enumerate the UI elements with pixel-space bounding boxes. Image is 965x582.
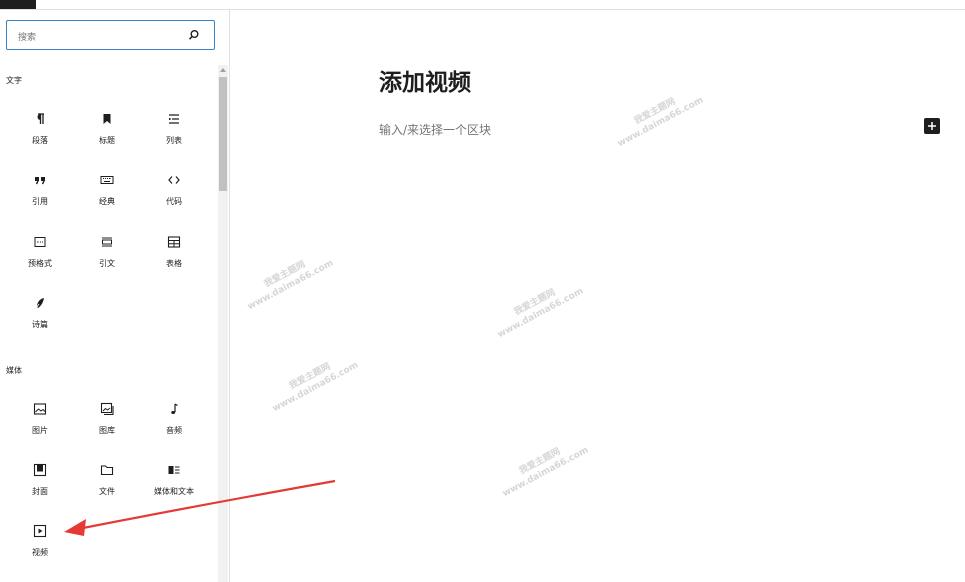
folder-icon — [100, 465, 114, 476]
block-cover[interactable]: 封面 — [10, 463, 70, 513]
plus-icon — [928, 122, 936, 130]
image-icon — [33, 403, 47, 415]
block-gallery[interactable]: 图库 — [77, 402, 137, 452]
block-label: 诗篇 — [32, 320, 48, 329]
block-preformatted[interactable]: 预格式 — [10, 235, 70, 285]
keyboard-icon — [100, 176, 114, 184]
code-icon — [168, 176, 180, 184]
block-audio[interactable]: 音频 — [144, 402, 204, 452]
feather-icon — [35, 298, 44, 309]
block-quote[interactable]: 引用 — [10, 173, 70, 223]
music-note-icon — [171, 403, 178, 414]
block-label: 标题 — [99, 136, 115, 145]
block-media-text[interactable]: 媒体和文本 — [144, 463, 204, 513]
list-icon — [169, 114, 179, 124]
category-text-heading: 文字 — [6, 76, 22, 85]
block-label: 图片 — [32, 426, 48, 435]
block-label: 预格式 — [28, 259, 52, 268]
watermark: 我爱主题网 www.daima66.com — [610, 84, 706, 150]
watermark: 我爱主题网 www.daima66.com — [495, 434, 591, 500]
search-placeholder: 搜索 — [18, 33, 37, 43]
inserter-scrollbar[interactable] — [218, 65, 228, 582]
watermark: 我爱主题网 www.daima66.com — [490, 275, 586, 341]
top-toolbar — [0, 0, 965, 10]
quote-icon — [35, 177, 45, 185]
block-code[interactable]: 代码 — [144, 173, 204, 223]
cover-icon — [33, 463, 47, 477]
preformatted-icon — [34, 237, 46, 247]
gallery-icon — [100, 402, 114, 416]
block-image[interactable]: 图片 — [10, 402, 70, 452]
watermark: 我爱主题网 www.daima66.com — [240, 247, 336, 313]
table-icon — [167, 236, 181, 248]
block-label: 表格 — [166, 259, 182, 268]
block-video[interactable]: 视频 — [10, 524, 70, 574]
add-block-button[interactable] — [924, 118, 940, 134]
toolbar-logo[interactable] — [0, 0, 36, 9]
block-label: 经典 — [99, 197, 115, 206]
block-pullquote[interactable]: 引文 — [77, 235, 137, 285]
scrollbar-thumb[interactable] — [219, 77, 227, 191]
block-label: 媒体和文本 — [154, 487, 194, 496]
block-inserter-panel: 搜索 文字 段落 标题 列表 引用 经典 代码 预格式 引文 表格 诗篇 媒体 … — [0, 10, 230, 582]
block-table[interactable]: 表格 — [144, 235, 204, 285]
block-label: 视频 — [32, 548, 48, 557]
block-label: 段落 — [32, 136, 48, 145]
block-paragraph[interactable]: 段落 — [10, 112, 70, 162]
block-label: 引用 — [32, 197, 48, 206]
block-label: 引文 — [99, 259, 115, 268]
block-file[interactable]: 文件 — [77, 463, 137, 513]
block-verse[interactable]: 诗篇 — [10, 296, 70, 346]
scroll-up-icon[interactable] — [220, 68, 226, 72]
bookmark-icon — [103, 114, 111, 124]
block-search-input[interactable]: 搜索 — [6, 20, 215, 50]
watermark: 我爱主题网 www.daima66.com — [265, 349, 361, 415]
media-text-icon — [168, 466, 180, 474]
block-heading[interactable]: 标题 — [77, 112, 137, 162]
block-label: 图库 — [99, 426, 115, 435]
block-classic[interactable]: 经典 — [77, 173, 137, 223]
paragraph-icon — [37, 113, 44, 124]
post-title[interactable]: 添加视频 — [379, 63, 471, 97]
block-placeholder[interactable]: 输入/来选择一个区块 — [379, 121, 491, 138]
block-label: 列表 — [166, 136, 182, 145]
category-media-heading: 媒体 — [6, 366, 22, 375]
pullquote-icon — [102, 237, 112, 247]
block-list[interactable]: 列表 — [144, 112, 204, 162]
block-label: 音频 — [166, 426, 182, 435]
video-play-icon — [33, 524, 47, 538]
search-icon[interactable] — [188, 29, 200, 41]
block-label: 代码 — [166, 197, 182, 206]
block-label: 封面 — [32, 487, 48, 496]
block-label: 文件 — [99, 487, 115, 496]
